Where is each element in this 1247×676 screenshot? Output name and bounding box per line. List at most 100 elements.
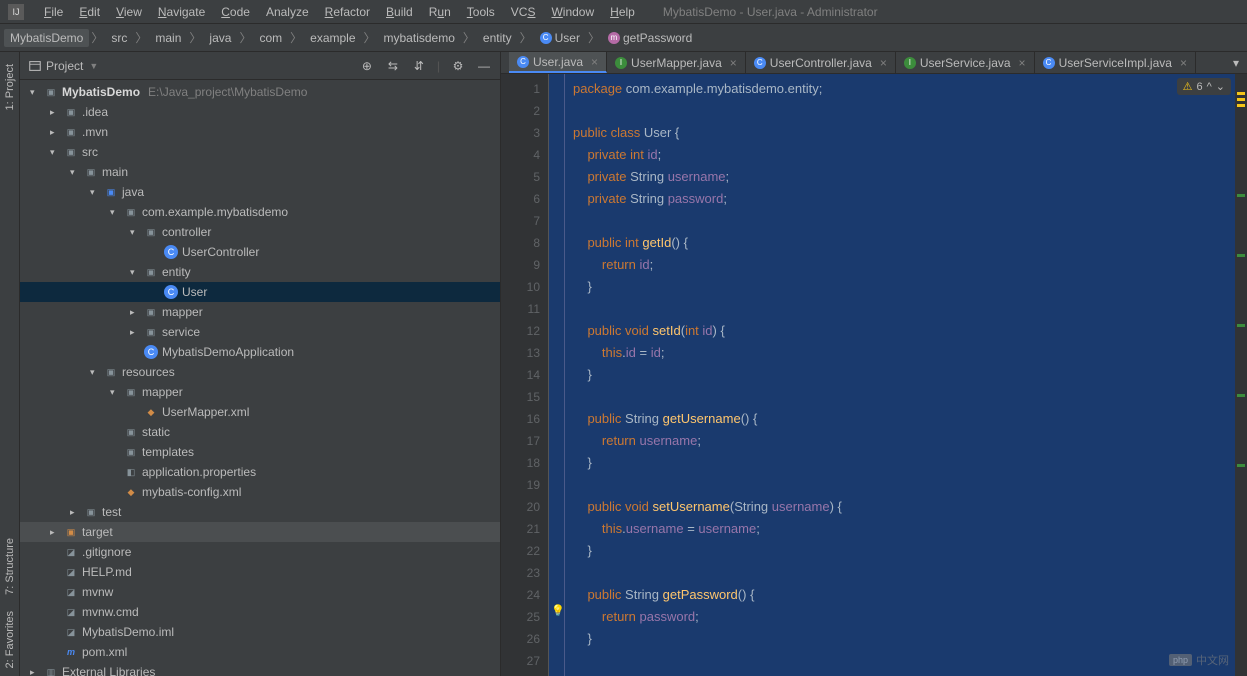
bc-java[interactable]: java [203, 29, 237, 47]
tree-item[interactable]: ▾▣entity [20, 262, 500, 282]
menu-tools[interactable]: Tools [459, 3, 503, 21]
tree-item[interactable]: ◪mvnw.cmd [20, 602, 500, 622]
menu-code[interactable]: Code [213, 3, 258, 21]
tabs-dropdown-icon[interactable]: ▾ [1225, 52, 1247, 73]
bc-entity[interactable]: entity [477, 29, 518, 47]
warning-marker[interactable] [1237, 92, 1245, 95]
menu-edit[interactable]: Edit [71, 3, 108, 21]
bc-mybatisdemo[interactable]: mybatisdemo [378, 29, 461, 47]
menu-window[interactable]: Window [543, 3, 602, 21]
tool-tab-favorites[interactable]: 2: Favorites [2, 603, 18, 676]
tree-item-selected[interactable]: CUser [20, 282, 500, 302]
menu-refactor[interactable]: Refactor [317, 3, 378, 21]
menu-navigate[interactable]: Navigate [150, 3, 213, 21]
tree-root[interactable]: ▾▣MybatisDemoE:\Java_project\MybatisDemo [20, 82, 500, 102]
library-icon: ▥ [44, 665, 58, 676]
close-icon[interactable]: × [880, 56, 887, 70]
marker-bar[interactable] [1235, 74, 1247, 676]
tree-item[interactable]: ▸▣test [20, 502, 500, 522]
src-folder-icon: ▣ [104, 185, 118, 199]
project-tree[interactable]: ▾▣MybatisDemoE:\Java_project\MybatisDemo… [20, 80, 500, 676]
tree-item[interactable]: CMybatisDemoApplication [20, 342, 500, 362]
tree-item[interactable]: ▸▣.mvn [20, 122, 500, 142]
file-icon: ◪ [64, 545, 78, 559]
tree-item[interactable]: ◪mvnw [20, 582, 500, 602]
tool-tab-structure[interactable]: 7: Structure [2, 530, 18, 603]
hide-panel-icon[interactable]: — [476, 58, 492, 74]
folder-icon: ▣ [84, 505, 98, 519]
window-title: MybatisDemo - User.java - Administrator [663, 5, 878, 19]
menu-view[interactable]: View [108, 3, 150, 21]
tree-item[interactable]: ▸▣.idea [20, 102, 500, 122]
ok-marker[interactable] [1237, 194, 1245, 197]
menu-build[interactable]: Build [378, 3, 421, 21]
breadcrumb: MybatisDemo〉 src〉 main〉 java〉 com〉 examp… [0, 24, 1247, 52]
bc-src[interactable]: src [105, 29, 133, 47]
expand-all-icon[interactable]: ⇆ [385, 58, 401, 74]
close-icon[interactable]: × [1019, 56, 1026, 70]
class-icon: C [517, 56, 529, 68]
collapse-all-icon[interactable]: ⇵ [411, 58, 427, 74]
ok-marker[interactable] [1237, 394, 1245, 397]
code-content[interactable]: package com.example.mybatisdemo.entity; … [565, 74, 1235, 676]
tree-item[interactable]: ▾▣controller [20, 222, 500, 242]
bc-getpassword[interactable]: mgetPassword [602, 29, 698, 47]
ok-marker[interactable] [1237, 464, 1245, 467]
package-icon: ▣ [144, 305, 158, 319]
close-icon[interactable]: × [730, 56, 737, 70]
chevron-up-icon[interactable]: ^ [1207, 81, 1212, 93]
bc-project[interactable]: MybatisDemo [4, 29, 89, 47]
tree-item[interactable]: ◪HELP.md [20, 562, 500, 582]
tree-item[interactable]: ▣static [20, 422, 500, 442]
tree-item[interactable]: ◪.gitignore [20, 542, 500, 562]
bc-com[interactable]: com [253, 29, 288, 47]
menu-help[interactable]: Help [602, 3, 643, 21]
editor-body[interactable]: 1234567891011121314151617181920212223242… [501, 74, 1247, 676]
tree-item[interactable]: ▾▣com.example.mybatisdemo [20, 202, 500, 222]
tool-tab-project[interactable]: 1: Project [2, 56, 18, 118]
menu-analyze[interactable]: Analyze [258, 3, 317, 21]
bc-example[interactable]: example [304, 29, 361, 47]
editor-tab[interactable]: CUser.java× [509, 52, 607, 73]
project-view-selector[interactable]: Project ▼ [28, 59, 98, 73]
tree-item[interactable]: CUserController [20, 242, 500, 262]
menu-file[interactable]: File [36, 3, 71, 21]
editor-tab[interactable]: IUserService.java× [896, 52, 1035, 73]
tree-item[interactable]: ▸▣target [20, 522, 500, 542]
bc-user[interactable]: CUser [534, 29, 586, 47]
warning-marker[interactable] [1237, 98, 1245, 101]
tree-item[interactable]: ▾▣mapper [20, 382, 500, 402]
inspection-badge[interactable]: ⚠ 6 ^ ⌄ [1177, 78, 1231, 95]
bc-main[interactable]: main [149, 29, 187, 47]
tree-item[interactable]: ▾▣src [20, 142, 500, 162]
tree-item[interactable]: ▾▣resources [20, 362, 500, 382]
tree-external-libs[interactable]: ▸▥External Libraries [20, 662, 500, 676]
lightbulb-icon[interactable]: 💡 [551, 604, 565, 617]
editor-tab[interactable]: CUserController.java× [746, 52, 896, 73]
tree-item[interactable]: ◧application.properties [20, 462, 500, 482]
chevron-down-icon[interactable]: ⌄ [1216, 80, 1225, 93]
class-icon: C [144, 345, 158, 359]
warning-marker[interactable] [1237, 104, 1245, 107]
tree-item[interactable]: ▸▣service [20, 322, 500, 342]
tree-item[interactable]: ▣templates [20, 442, 500, 462]
ok-marker[interactable] [1237, 254, 1245, 257]
editor-tab[interactable]: IUserMapper.java× [607, 52, 746, 73]
tree-item[interactable]: ▾▣java [20, 182, 500, 202]
tree-item[interactable]: ◪MybatisDemo.iml [20, 622, 500, 642]
ok-marker[interactable] [1237, 324, 1245, 327]
tree-item[interactable]: ◆UserMapper.xml [20, 402, 500, 422]
tree-item[interactable]: ◆mybatis-config.xml [20, 482, 500, 502]
editor-tab[interactable]: CUserServiceImpl.java× [1035, 52, 1196, 73]
tree-item[interactable]: ▾▣main [20, 162, 500, 182]
locate-icon[interactable]: ⊕ [359, 58, 375, 74]
menu-vcs[interactable]: VCS [503, 3, 544, 21]
tree-item[interactable]: ▸▣mapper [20, 302, 500, 322]
gear-icon[interactable]: ⚙ [450, 58, 466, 74]
package-icon: ▣ [144, 325, 158, 339]
menu-run[interactable]: Run [421, 3, 459, 21]
close-icon[interactable]: × [591, 55, 598, 69]
folder-icon: ▣ [64, 125, 78, 139]
tree-item[interactable]: mpom.xml [20, 642, 500, 662]
close-icon[interactable]: × [1180, 56, 1187, 70]
